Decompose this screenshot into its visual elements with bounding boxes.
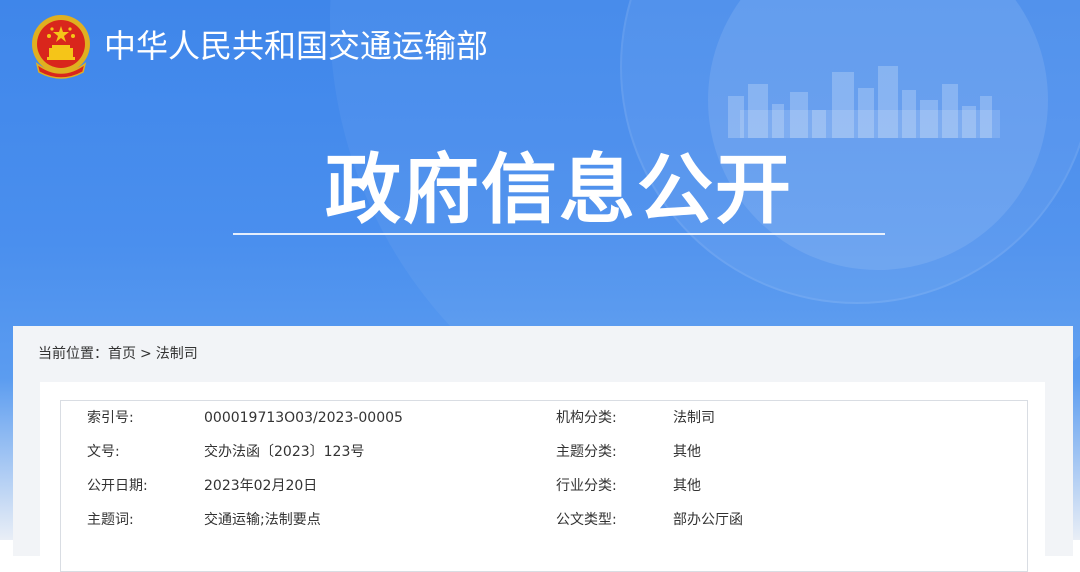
metadata-row: 主题词: 交通运输;法制要点 公文类型: 部办公厅函 — [61, 503, 1027, 537]
document-number-label: 文号: — [87, 444, 120, 460]
organization-category-value: 法制司 — [673, 410, 715, 426]
breadcrumb: 当前位置：首页 > 法制司 — [38, 344, 198, 364]
index-number-label: 索引号: — [87, 410, 134, 426]
publish-date-value: 2023年02月20日 — [204, 478, 318, 494]
breadcrumb-home-link[interactable]: 首页 — [108, 346, 136, 362]
breadcrumb-label: 当前位置： — [38, 346, 108, 362]
industry-category-label: 行业分类: — [556, 478, 617, 494]
document-info-card: 索引号: 000019713O03/2023-00005 机构分类: 法制司 文… — [40, 382, 1045, 572]
topic-category-value: 其他 — [673, 444, 701, 460]
document-number-value: 交办法函〔2023〕123号 — [204, 444, 365, 460]
topic-category-label: 主题分类: — [556, 444, 617, 460]
title-underline — [233, 233, 885, 235]
national-emblem-icon — [32, 15, 90, 79]
document-metadata-table: 索引号: 000019713O03/2023-00005 机构分类: 法制司 文… — [60, 400, 1028, 572]
publish-date-label: 公开日期: — [87, 478, 148, 494]
index-number-value: 000019713O03/2023-00005 — [204, 410, 403, 426]
breadcrumb-separator: > — [140, 346, 152, 362]
organization-category-label: 机构分类: — [556, 410, 617, 426]
metadata-row: 索引号: 000019713O03/2023-00005 机构分类: 法制司 — [61, 401, 1027, 435]
metadata-row: 公开日期: 2023年02月20日 行业分类: 其他 — [61, 469, 1027, 503]
subject-words-label: 主题词: — [87, 512, 134, 528]
ministry-name: 中华人民共和国交通运输部 — [104, 27, 489, 65]
industry-category-value: 其他 — [673, 478, 701, 494]
document-type-value: 部办公厅函 — [673, 512, 743, 528]
document-type-label: 公文类型: — [556, 512, 617, 528]
breadcrumb-department-link[interactable]: 法制司 — [156, 346, 198, 362]
content-panel: 当前位置：首页 > 法制司 索引号: 000019713O03/2023-00005… — [13, 326, 1073, 572]
metadata-row: 文号: 交办法函〔2023〕123号 主题分类: 其他 — [61, 435, 1027, 469]
page-title: 政府信息公开 — [325, 145, 793, 234]
subject-words-value: 交通运输;法制要点 — [204, 512, 321, 528]
